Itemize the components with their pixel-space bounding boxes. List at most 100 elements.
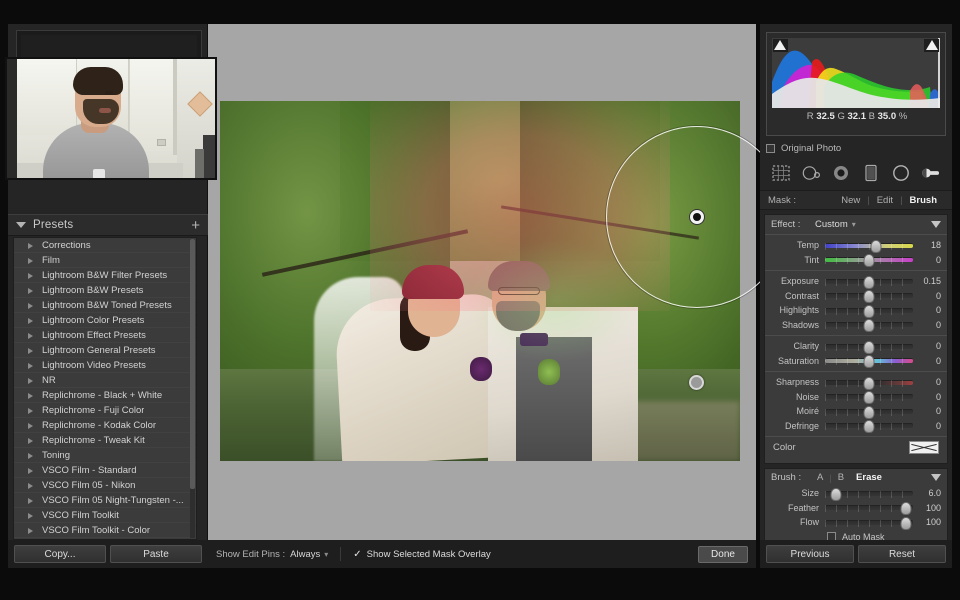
slider-knob[interactable] (863, 254, 875, 268)
spot-removal-tool-icon[interactable] (800, 163, 822, 183)
histogram-panel[interactable]: R 32.5 G 32.1 B 35.0 % (766, 32, 946, 136)
slider-knob[interactable] (830, 487, 842, 501)
slider-track[interactable] (825, 254, 913, 268)
brush-option-b[interactable]: B (832, 472, 850, 483)
chevron-right-icon[interactable] (28, 422, 33, 429)
slider-knob[interactable] (863, 420, 875, 434)
brush-effect-sliders-panel[interactable]: Effect : Custom ▾ Temp 18 Tint 0 Exposure 0.1… (764, 214, 948, 464)
slider-value[interactable]: 0.15 (913, 276, 941, 286)
radial-filter-tool-icon[interactable] (890, 163, 912, 183)
histogram-plot[interactable] (772, 38, 940, 108)
slider-value[interactable]: 0 (913, 356, 941, 366)
scrollbar-thumb[interactable] (190, 239, 195, 489)
slider-value[interactable]: 0 (913, 377, 941, 387)
preset-group-item[interactable]: Lightroom Color Presets (14, 313, 196, 328)
preset-group-item[interactable]: Lightroom General Presets (14, 343, 196, 358)
preset-group-item[interactable]: Lightroom B&W Presets (14, 283, 196, 298)
slider-track[interactable] (825, 391, 913, 405)
checkbox-icon[interactable] (766, 143, 775, 153)
slider-value[interactable]: 0 (913, 341, 941, 351)
slider-knob[interactable] (863, 391, 875, 405)
preset-group-list[interactable]: Corrections Film Lightroom B&W Filter Pres… (13, 237, 197, 540)
slider-noise[interactable]: Noise 0 (765, 390, 947, 405)
slider-saturation[interactable]: Saturation 0 (765, 354, 947, 369)
chevron-right-icon[interactable] (28, 287, 33, 294)
slider-tint[interactable]: Tint 0 (765, 253, 947, 268)
effect-value[interactable]: Custom (815, 219, 848, 230)
chevron-right-icon[interactable] (28, 272, 33, 279)
preset-group-item[interactable]: Corrections (14, 238, 196, 253)
preset-group-item[interactable]: Film (14, 253, 196, 268)
preset-group-item[interactable]: VSCO Film 05 Night-Tungsten -... (14, 493, 196, 508)
brush-slider-flow[interactable]: Flow 100 (765, 515, 947, 530)
preset-group-item[interactable]: NR (14, 373, 196, 388)
slider-knob[interactable] (863, 340, 875, 354)
preset-group-item[interactable]: Replichrome - Fuji Color (14, 403, 196, 418)
mask-overlay-label[interactable]: Show Selected Mask Overlay (367, 549, 491, 560)
color-swatch[interactable] (909, 441, 939, 454)
slider-value[interactable]: 0 (913, 392, 941, 402)
preset-group-item[interactable]: VSCO Film Toolkit - Color (14, 523, 196, 538)
brush-option-erase[interactable]: Erase (850, 472, 888, 483)
slider-knob[interactable] (863, 355, 875, 369)
slider-value[interactable]: 18 (913, 240, 941, 250)
slider-track[interactable] (825, 376, 913, 390)
slider-knob[interactable] (863, 290, 875, 304)
slider-defringe[interactable]: Defringe 0 (765, 419, 947, 434)
crop-overlay-tool-icon[interactable] (770, 163, 792, 183)
slider-value[interactable]: 0 (913, 305, 941, 315)
preset-group-item[interactable]: VSCO Film 05 - Nikon (14, 478, 196, 493)
slider-track[interactable] (825, 304, 913, 318)
copy-button[interactable]: Copy... (14, 545, 106, 563)
slider-knob[interactable] (863, 376, 875, 390)
effect-preset-row[interactable]: Effect : Custom ▾ (765, 215, 947, 234)
slider-value[interactable]: 0 (913, 406, 941, 416)
chevron-right-icon[interactable] (28, 527, 33, 534)
slider-track[interactable] (825, 487, 913, 501)
presets-panel-header[interactable]: Presets + (8, 214, 208, 236)
graduated-filter-tool-icon[interactable] (860, 163, 882, 183)
slider-value[interactable]: 6.0 (913, 488, 941, 498)
slider-moir[interactable]: Moiré 0 (765, 404, 947, 419)
chevron-right-icon[interactable] (28, 437, 33, 444)
preset-group-item[interactable]: Lightroom B&W Filter Presets (14, 268, 196, 283)
preset-group-item[interactable]: VSCO Film - Standard (14, 463, 196, 478)
slider-track[interactable] (825, 420, 913, 434)
brush-option-a[interactable]: A (811, 472, 829, 483)
slider-track[interactable] (825, 516, 913, 530)
slider-knob[interactable] (863, 319, 875, 333)
slider-track[interactable] (825, 355, 913, 369)
slider-knob[interactable] (870, 239, 882, 253)
slider-knob[interactable] (863, 275, 875, 289)
slider-value[interactable]: 100 (913, 503, 941, 513)
mask-mode-row[interactable]: Mask : New | Edit | Brush (760, 190, 952, 210)
red-eye-correction-tool-icon[interactable] (830, 163, 852, 183)
brush-slider-size[interactable]: Size 6.0 (765, 486, 947, 501)
slider-value[interactable]: 100 (913, 517, 941, 527)
chevron-right-icon[interactable] (28, 257, 33, 264)
previous-button[interactable]: Previous (766, 545, 854, 563)
chevron-right-icon[interactable] (28, 392, 33, 399)
preset-group-item[interactable]: Lightroom Video Presets (14, 358, 196, 373)
preset-group-item[interactable]: Replichrome - Black + White (14, 388, 196, 403)
edit-pin[interactable] (689, 375, 704, 390)
slider-track[interactable] (825, 239, 913, 253)
chevron-right-icon[interactable] (28, 467, 33, 474)
chevron-right-icon[interactable] (28, 512, 33, 519)
slider-sharpness[interactable]: Sharpness 0 (765, 375, 947, 390)
slider-track[interactable] (825, 290, 913, 304)
brush-disclosure-icon[interactable] (931, 474, 941, 481)
slider-clarity[interactable]: Clarity 0 (765, 339, 947, 354)
shadow-clipping-icon[interactable] (774, 40, 786, 50)
slider-track[interactable] (825, 319, 913, 333)
chevron-right-icon[interactable] (28, 362, 33, 369)
photo-toolbar[interactable]: Show Edit Pins : Always ▾ ✓ Show Selecte… (208, 540, 756, 568)
mask-option-edit[interactable]: Edit (870, 195, 900, 206)
slider-knob[interactable] (863, 405, 875, 419)
slider-track[interactable] (825, 340, 913, 354)
done-button[interactable]: Done (698, 545, 748, 563)
slider-track[interactable] (825, 405, 913, 419)
chevron-right-icon[interactable] (28, 302, 33, 309)
slider-highlights[interactable]: Highlights 0 (765, 303, 947, 318)
slider-shadows[interactable]: Shadows 0 (765, 318, 947, 333)
